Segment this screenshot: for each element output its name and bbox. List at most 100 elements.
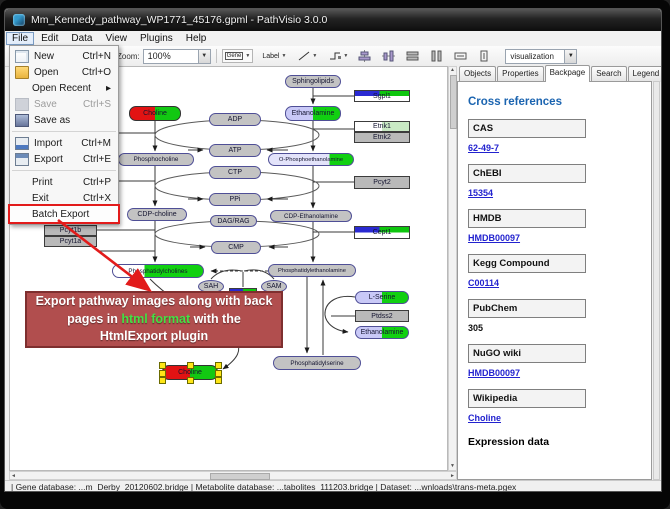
menu-separator bbox=[12, 131, 116, 132]
xref-section-pubchem: PubChem bbox=[468, 299, 586, 318]
xref-value-link[interactable]: Choline bbox=[468, 413, 651, 423]
xref-value-link[interactable]: HMDB00097 bbox=[468, 233, 651, 243]
zoom-dropdown-icon[interactable]: ▼ bbox=[198, 50, 210, 63]
pathway-node-pcyt1a[interactable]: Pcyt1a bbox=[44, 236, 97, 247]
visualization-combobox[interactable]: visualization ▼ bbox=[505, 49, 577, 64]
elbow-connector-icon bbox=[329, 51, 341, 61]
pathway-node-cmp[interactable]: CMP bbox=[211, 241, 261, 254]
pathway-node-l-serine[interactable]: L-Serine bbox=[355, 291, 409, 304]
selection-handle[interactable] bbox=[187, 362, 194, 369]
chevron-down-icon[interactable]: ▼ bbox=[245, 53, 250, 59]
file-menu-item-batch-export[interactable]: Batch Export bbox=[10, 206, 118, 222]
pathway-node-etnk2[interactable]: Etnk2 bbox=[354, 132, 410, 143]
pathway-node-cept1[interactable]: Cept1 bbox=[354, 226, 410, 239]
align-center-button[interactable] bbox=[357, 49, 372, 63]
file-menu-item-save[interactable]: SaveCtrl+S bbox=[10, 96, 118, 112]
pathway-node-pcyt2[interactable]: Pcyt2 bbox=[354, 176, 410, 189]
canvas-horizontal-scrollbar[interactable]: ◄ ► bbox=[9, 471, 457, 480]
menu-help[interactable]: Help bbox=[180, 32, 213, 45]
chevron-down-icon[interactable]: ▼ bbox=[281, 53, 286, 59]
selection-handle[interactable] bbox=[159, 377, 166, 384]
selection-handle[interactable] bbox=[215, 370, 222, 377]
save-icon bbox=[15, 98, 29, 111]
pathway-node-ctp[interactable]: CTP bbox=[209, 166, 261, 179]
scrollbar-thumb[interactable] bbox=[450, 75, 457, 129]
canvas-vertical-scrollbar[interactable]: ▲ ▼ bbox=[448, 66, 457, 471]
pathway-node-adp[interactable]: ADP bbox=[209, 113, 261, 126]
scrollbar-thumb[interactable] bbox=[210, 473, 270, 480]
menu-file[interactable]: File bbox=[6, 32, 34, 45]
pathway-node-ethanolamine[interactable]: Ethanolamine bbox=[285, 106, 341, 121]
pathway-node-ppi[interactable]: PPi bbox=[209, 193, 261, 206]
menu-data[interactable]: Data bbox=[65, 32, 98, 45]
tab-properties[interactable]: Properties bbox=[497, 66, 543, 82]
pathway-node-sphingolipids[interactable]: Sphingolipids bbox=[285, 75, 341, 88]
selection-handle[interactable] bbox=[159, 370, 166, 377]
xref-value-link[interactable]: HMDB00097 bbox=[468, 368, 651, 378]
chevron-down-icon[interactable]: ▼ bbox=[312, 53, 317, 59]
pathway-node-pcyt1b[interactable]: Pcyt1b bbox=[44, 225, 97, 236]
common-height-button[interactable] bbox=[477, 49, 492, 63]
pathway-node-etnk1[interactable]: Etnk1 bbox=[354, 121, 410, 132]
chevron-down-icon[interactable]: ▼ bbox=[343, 53, 348, 59]
menu-plugins[interactable]: Plugins bbox=[134, 32, 179, 45]
pathway-node-atp[interactable]: ATP bbox=[209, 144, 261, 157]
pathway-node-choline[interactable]: Choline bbox=[129, 106, 181, 121]
connector-tool-button[interactable]: ▼ bbox=[326, 49, 351, 63]
selection-handle[interactable] bbox=[187, 377, 194, 384]
menu-item-label: Batch Export bbox=[32, 209, 89, 220]
pathway-node-phosphatidylserine[interactable]: Phosphatidylserine bbox=[273, 356, 361, 370]
file-menu-item-print[interactable]: PrintCtrl+P bbox=[10, 174, 118, 190]
menu-item-label: Open bbox=[34, 67, 58, 78]
pathway-node-phosphatidylethanolamine[interactable]: Phosphatidylethanolamine bbox=[268, 264, 356, 277]
common-width-button[interactable] bbox=[453, 49, 468, 63]
backpage-panel: Cross references CAS62-49-7ChEBI15354HMD… bbox=[457, 81, 652, 480]
zoom-combobox[interactable]: 100% ▼ bbox=[143, 49, 211, 64]
xref-value-link[interactable]: 62-49-7 bbox=[468, 143, 651, 153]
file-menu-item-export[interactable]: ExportCtrl+E bbox=[10, 151, 118, 167]
pathway-node-cdp-choline[interactable]: CDP-choline bbox=[127, 208, 187, 221]
tab-backpage[interactable]: Backpage bbox=[545, 65, 591, 82]
menu-item-shortcut: Ctrl+O bbox=[82, 67, 111, 78]
tab-search[interactable]: Search bbox=[591, 66, 626, 82]
chevron-down-icon[interactable]: ▼ bbox=[564, 50, 576, 63]
file-menu-item-open-recent[interactable]: Open Recent▸ bbox=[10, 80, 118, 96]
selection-handle[interactable] bbox=[215, 362, 222, 369]
distribute-horizontal-button[interactable] bbox=[405, 49, 420, 63]
title-bar[interactable]: Mm_Kennedy_pathway_WP1771_45176.gpml - P… bbox=[5, 9, 661, 31]
datanode-tool-button[interactable]: Gene ▼ bbox=[222, 49, 254, 63]
pathway-node-ethanolamine[interactable]: Ethanolamine bbox=[355, 326, 409, 339]
file-menu-item-exit[interactable]: Exit Ctrl+X bbox=[10, 190, 118, 206]
menu-edit[interactable]: Edit bbox=[35, 32, 64, 45]
distribute-vertical-button[interactable] bbox=[429, 49, 444, 63]
align-middle-button[interactable] bbox=[381, 49, 396, 63]
tab-objects[interactable]: Objects bbox=[459, 66, 496, 82]
selection-handle[interactable] bbox=[159, 362, 166, 369]
xref-section-wikipedia: Wikipedia bbox=[468, 389, 586, 408]
file-menu-item-open[interactable]: Open Ctrl+O bbox=[10, 64, 118, 80]
xref-value-link[interactable]: 15354 bbox=[468, 188, 651, 198]
file-menu-item-new[interactable]: NewCtrl+N bbox=[10, 48, 118, 64]
selection-handle[interactable] bbox=[215, 377, 222, 384]
tab-legend[interactable]: Legend bbox=[628, 66, 662, 82]
label-tool-button[interactable]: Label ▼ bbox=[259, 49, 289, 63]
file-menu-item-save-as[interactable]: Save as bbox=[10, 112, 118, 128]
menu-view[interactable]: View bbox=[99, 32, 133, 45]
pathway-node-sgpl1[interactable]: Sgpl1 bbox=[354, 90, 410, 102]
pathway-node-cdp-ethanolamine[interactable]: CDP-Ethanolamine bbox=[270, 210, 352, 222]
line-tool-button[interactable]: ▼ bbox=[295, 49, 320, 63]
menu-item-label: Exit bbox=[32, 193, 49, 204]
file-menu-item-import[interactable]: ImportCtrl+M bbox=[10, 135, 118, 151]
screenshot-frame: Mm_Kennedy_pathway_WP1771_45176.gpml - P… bbox=[0, 0, 670, 509]
new-icon bbox=[15, 50, 29, 63]
menu-item-shortcut: Ctrl+X bbox=[83, 193, 111, 204]
side-panel-scrollbar[interactable] bbox=[653, 81, 660, 480]
menu-item-shortcut: Ctrl+N bbox=[82, 51, 111, 62]
pathway-node-ptdss2[interactable]: Ptdss2 bbox=[355, 310, 409, 322]
pathway-node-dag-rag[interactable]: DAG/RAG bbox=[210, 215, 257, 227]
pathway-node-phosphatidylcholines[interactable]: Phosphatidylcholines bbox=[112, 264, 204, 278]
pathway-node-phosphocholine[interactable]: Phosphocholine bbox=[118, 153, 194, 166]
pathway-node-o-phosphoethanolamine[interactable]: O-Phosphoethanolamine bbox=[268, 153, 354, 166]
annotation-callout: Export pathway images along with back pa… bbox=[25, 291, 283, 348]
xref-value-link[interactable]: C00114 bbox=[468, 278, 651, 288]
